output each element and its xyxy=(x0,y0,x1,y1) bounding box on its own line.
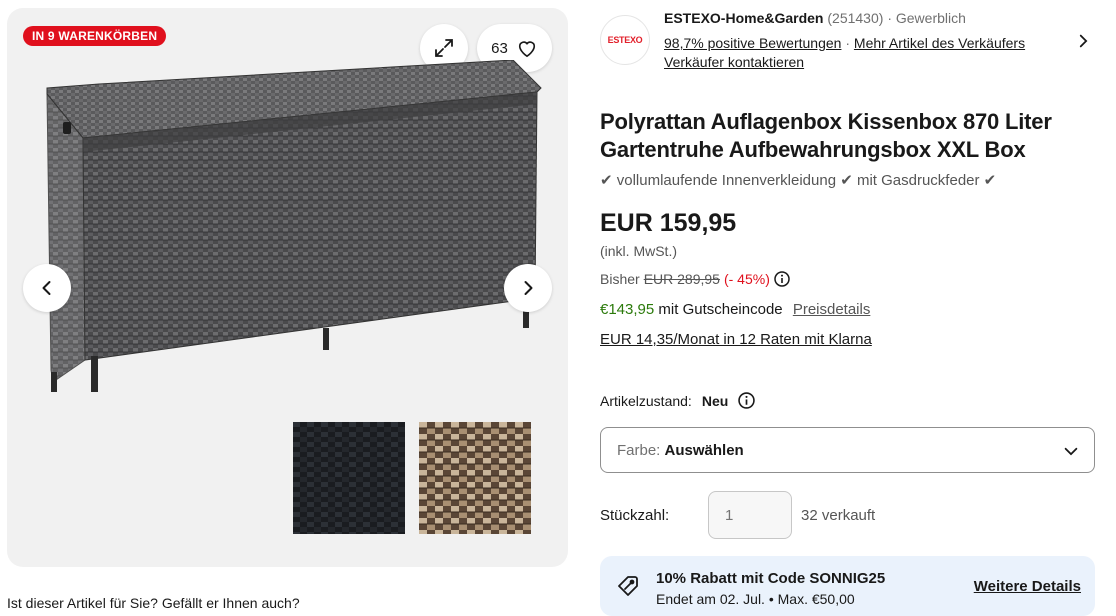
seller-logo[interactable]: ESTEXO xyxy=(600,15,650,65)
condition-row: Artikelzustand: Neu xyxy=(600,392,756,409)
was-label: Bisher xyxy=(600,271,640,287)
heart-icon xyxy=(518,41,535,58)
chevron-left-icon xyxy=(42,281,51,295)
vat-note: (inkl. MwSt.) xyxy=(600,243,677,259)
info-icon[interactable] xyxy=(774,271,790,287)
chevron-down-icon xyxy=(1064,447,1078,456)
seller-type: Gewerblich xyxy=(895,10,966,26)
image-gallery: IN 9 WARENKÖRBEN 63 xyxy=(7,8,568,567)
info-icon[interactable] xyxy=(738,392,756,409)
condition-label: Artikelzustand: xyxy=(600,392,692,409)
seller-score: (251430) xyxy=(827,10,884,26)
klarna-installments-link[interactable]: EUR 14,35/Monat in 12 Raten mit Klarna xyxy=(600,331,872,348)
chevron-right-icon[interactable] xyxy=(1074,32,1092,50)
thumbnail-natural[interactable] xyxy=(419,422,531,534)
expand-icon xyxy=(435,39,453,57)
seller-info: ESTEXO-Home&Garden (251430) · Gewerblich xyxy=(664,10,966,26)
seller-logo-text: ESTEXO xyxy=(607,35,643,45)
product-title: Polyrattan Auflagenbox Kissenbox 870 Lit… xyxy=(600,109,1052,162)
was-price: EUR 289,95 xyxy=(643,271,720,287)
previous-price: Bisher EUR 289,95 (- 45%) xyxy=(600,271,790,287)
chevron-right-icon xyxy=(524,281,533,295)
contact-seller-link[interactable]: Verkäufer kontaktieren xyxy=(664,54,804,70)
promo-banner: 10% Rabatt mit Code SONNIG25 Endet am 02… xyxy=(600,556,1095,616)
color-select[interactable]: Farbe: Auswählen xyxy=(600,427,1095,473)
product-main-image[interactable] xyxy=(43,60,543,400)
product-subtitle: ✔ vollumlaufende Innenverkleidung ✔ mit … xyxy=(600,172,997,189)
seller-name[interactable]: ESTEXO-Home&Garden xyxy=(664,10,823,26)
price-details-link[interactable]: Preisdetails xyxy=(793,301,871,318)
coupon-text: mit Gutscheincode xyxy=(658,301,783,318)
watch-count: 63 xyxy=(491,39,508,57)
quantity-input[interactable] xyxy=(708,491,792,539)
next-image-button[interactable] xyxy=(504,264,552,312)
condition-value: Neu xyxy=(701,392,729,409)
sold-count: 32 verkauft xyxy=(801,507,876,524)
quantity-label: Stückzahl: xyxy=(600,507,670,524)
separator: · xyxy=(845,35,851,51)
discount-percent: (- 45%) xyxy=(723,271,770,287)
promo-details-link[interactable]: Weitere Details xyxy=(974,578,1081,595)
carts-badge: IN 9 WARENKÖRBEN xyxy=(23,26,167,46)
bottom-section-heading: Ist dieser Artikel für Sie? Gefällt er I… xyxy=(7,595,300,611)
prev-image-button[interactable] xyxy=(23,264,71,312)
color-select-value: Auswählen xyxy=(664,441,744,459)
seller-card: ESTEXO ESTEXO-Home&Garden (251430) · Gew… xyxy=(600,10,1100,75)
coupon-price-row: €143,95 mit Gutscheincode Preisdetails xyxy=(600,301,870,318)
promo-subtitle: Endet am 02. Jul. • Max. €50,00 xyxy=(656,591,855,607)
positive-feedback-link[interactable]: 98,7% positive Bewertungen xyxy=(664,35,841,51)
more-items-link[interactable]: Mehr Artikel des Verkäufers xyxy=(854,35,1025,51)
promo-title: 10% Rabatt mit Code SONNIG25 xyxy=(656,570,886,587)
seller-links: 98,7% positive Bewertungen · Mehr Artike… xyxy=(664,34,1064,72)
color-select-label: Farbe: xyxy=(617,441,661,459)
tag-icon xyxy=(618,576,638,596)
current-price: EUR 159,95 xyxy=(600,209,737,237)
coupon-price: €143,95 xyxy=(600,301,655,318)
separator: · xyxy=(887,10,892,26)
thumbnail-black[interactable] xyxy=(293,422,405,534)
